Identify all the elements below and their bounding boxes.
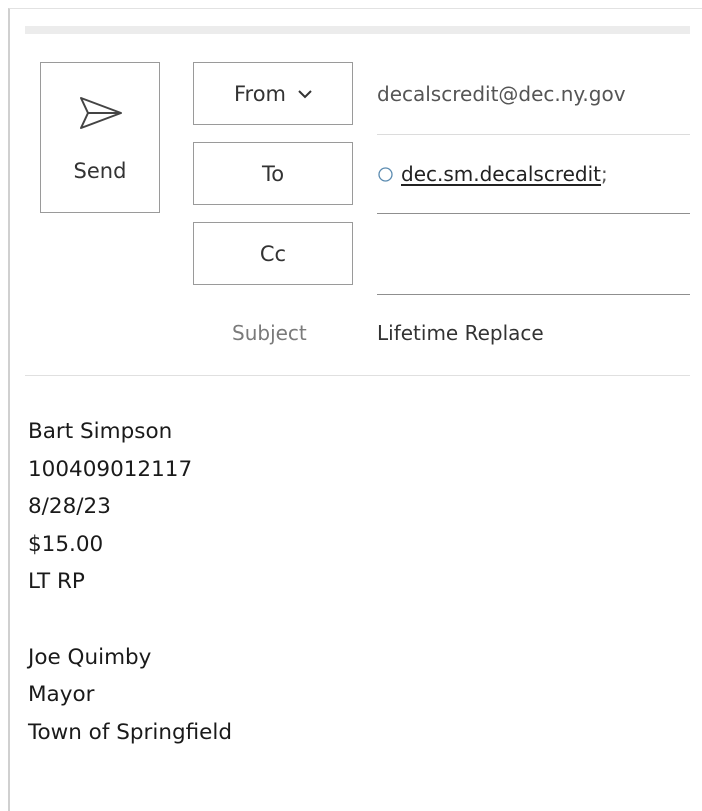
chevron-down-icon (298, 89, 312, 98)
to-button[interactable]: To (193, 142, 353, 205)
body-line: $15.00 (28, 531, 104, 557)
from-button[interactable]: From (193, 62, 353, 125)
body-line: Town of Springfield (28, 719, 233, 745)
to-label: To (261, 161, 285, 186)
from-divider (377, 134, 690, 135)
from-label: From (233, 81, 287, 106)
send-icon (80, 97, 122, 129)
toolbar-strip (25, 26, 690, 34)
body-line: 100409012117 (28, 456, 193, 482)
cc-field-underline (377, 294, 690, 295)
send-label: Send (73, 159, 127, 183)
body-line: Bart Simpson (28, 419, 173, 444)
body-line: Mayor (28, 682, 95, 708)
cc-button[interactable]: Cc (193, 222, 353, 285)
body-line: Joe Quimby (28, 644, 152, 670)
body-line: LT RP (28, 569, 85, 595)
subject-label: Subject (232, 321, 307, 345)
recipient-separator: ; (601, 162, 608, 186)
to-recipient[interactable]: dec.sm.decalscredit; (378, 162, 608, 186)
body-divider (25, 375, 690, 376)
to-field-underline (377, 213, 690, 214)
presence-circle-icon (378, 166, 393, 182)
body-line: 8/28/23 (28, 494, 111, 520)
cc-label: Cc (259, 241, 287, 266)
body-line (28, 601, 232, 639)
send-button[interactable]: Send (40, 62, 160, 213)
from-address: decalscredit@dec.ny.gov (377, 82, 626, 106)
message-body[interactable]: Bart Simpson 100409012117 8/28/23 $15.00… (28, 413, 232, 751)
subject-input[interactable]: Lifetime Replace (377, 321, 544, 345)
cc-input[interactable] (377, 230, 694, 284)
recipient-address: dec.sm.decalscredit (401, 162, 602, 186)
